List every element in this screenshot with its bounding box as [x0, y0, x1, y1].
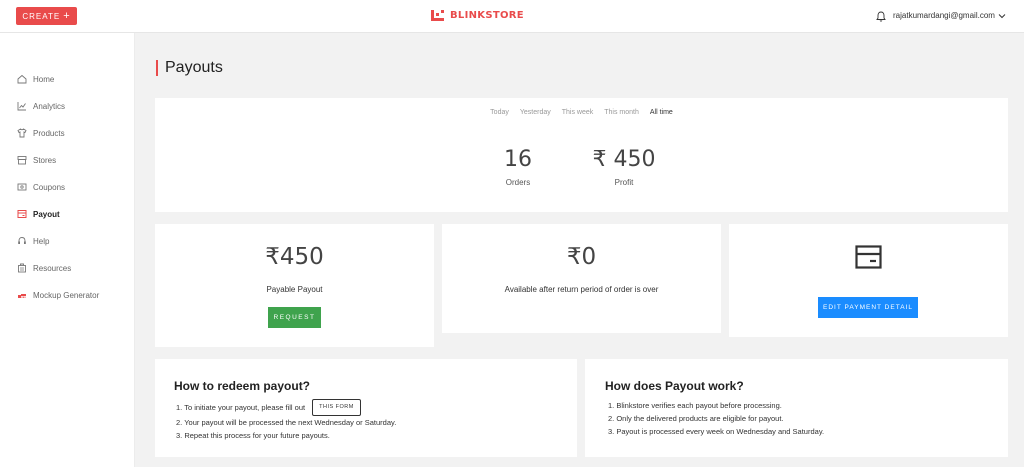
sidebar-item-mockup-generator[interactable]: Mockup Generator [17, 288, 99, 302]
this-form-link[interactable]: THIS FORM [312, 399, 361, 416]
profit-label: Profit [614, 178, 634, 187]
sidebar-item-analytics[interactable]: Analytics [17, 99, 65, 113]
redeem-steps: 1. To initiate your payout, please fill … [176, 399, 396, 442]
sidebar-item-label: Resources [33, 263, 72, 273]
redeem-step-2: 2. Your payout will be processed the nex… [176, 418, 397, 427]
how-payout-works-card: How does Payout work? 1. Blinkstore veri… [585, 359, 1008, 457]
available-amount: ₹0 [566, 244, 597, 270]
filter-yesterday[interactable]: Yesterday [520, 109, 551, 116]
home-icon [17, 74, 27, 84]
sidebar-item-label: Products [33, 128, 65, 138]
available-label: Available after return period of order i… [504, 285, 659, 294]
redeem-info-card: How to redeem payout? 1. To initiate you… [155, 359, 577, 457]
card-icon [855, 245, 882, 269]
resources-icon [18, 263, 26, 273]
sidebar: Home Analytics Products Stores Coupons P… [0, 33, 135, 467]
sidebar-item-label: Analytics [33, 101, 66, 111]
how-step-1: 1. Blinkstore verifies each payout befor… [608, 401, 782, 410]
available-payout-card: ₹0 Available after return period of orde… [442, 224, 721, 333]
help-icon [18, 237, 26, 244]
payable-payout-card: ₹450 Payable Payout REQUEST [155, 224, 434, 347]
shirt-icon [17, 128, 27, 138]
redeem-step-1-text: 1. To initiate your payout, please fill … [176, 403, 306, 412]
request-button[interactable]: REQUEST [268, 307, 321, 328]
sidebar-item-label: Stores [33, 155, 57, 165]
sidebar-item-resources[interactable]: Resources [17, 261, 71, 275]
how-step-3: 3. Payout is processed every week on Wed… [608, 427, 825, 436]
analytics-icon [17, 102, 26, 111]
redeem-title: How to redeem payout? [174, 379, 311, 393]
plus-icon: + [63, 9, 71, 22]
payable-amount: ₹450 [265, 244, 324, 270]
profit-stat: ₹ 450 Profit [580, 147, 668, 187]
store-icon [17, 156, 27, 165]
sidebar-item-label: Coupons [33, 182, 66, 192]
how-title: How does Payout work? [605, 379, 744, 393]
orders-label: Orders [505, 178, 531, 187]
create-label: CREATE [22, 11, 61, 21]
sidebar-item-home[interactable]: Home [17, 72, 54, 86]
sidebar-item-products[interactable]: Products [17, 126, 65, 140]
logo[interactable]: BLINKSTORE [431, 10, 524, 21]
top-bar: CREATE + BLINKSTORE rajatkumardangi@gmai… [0, 0, 1024, 33]
how-steps: 1. Blinkstore verifies each payout befor… [608, 399, 824, 438]
sidebar-item-label: Mockup Generator [33, 290, 100, 300]
bell-icon[interactable] [876, 11, 886, 22]
profit-value: ₹ 450 [592, 147, 656, 172]
user-email[interactable]: rajatkumardangi@gmail.com [893, 11, 995, 20]
date-filter-bar: Today Yesterday This week This month All… [155, 109, 1008, 116]
how-step-2: 2. Only the delivered products are eligi… [608, 414, 784, 423]
sidebar-item-stores[interactable]: Stores [17, 153, 56, 167]
sidebar-item-label: Home [33, 74, 55, 84]
mockup-icon [18, 294, 26, 298]
create-button[interactable]: CREATE + [16, 7, 77, 25]
filter-this-week[interactable]: This week [562, 109, 594, 116]
redeem-step-1: 1. To initiate your payout, please fill … [176, 399, 396, 416]
edit-payment-detail-button[interactable]: EDIT PAYMENT DETAIL [818, 297, 918, 318]
logo-text: BLINKSTORE [450, 10, 524, 21]
logo-mark-icon [431, 10, 444, 21]
chevron-down-icon[interactable] [998, 12, 1006, 20]
payable-label: Payable Payout [266, 285, 323, 294]
page-title: Payouts [156, 60, 223, 76]
sidebar-item-payout[interactable]: Payout [17, 207, 60, 221]
redeem-step-3: 3. Repeat this process for your future p… [176, 431, 330, 440]
coupon-icon [17, 183, 27, 191]
filter-this-month[interactable]: This month [604, 109, 639, 116]
stats-card: Today Yesterday This week This month All… [155, 98, 1008, 212]
sidebar-item-coupons[interactable]: Coupons [17, 180, 65, 194]
orders-stat: 16 Orders [490, 147, 546, 187]
sidebar-item-label: Help [33, 236, 50, 246]
payout-icon [17, 210, 27, 218]
filter-today[interactable]: Today [490, 109, 509, 116]
payment-detail-card: EDIT PAYMENT DETAIL [729, 224, 1008, 337]
filter-all-time[interactable]: All time [650, 109, 673, 116]
orders-value: 16 [504, 147, 532, 172]
sidebar-item-help[interactable]: Help [17, 234, 49, 248]
sidebar-item-label: Payout [33, 209, 60, 219]
